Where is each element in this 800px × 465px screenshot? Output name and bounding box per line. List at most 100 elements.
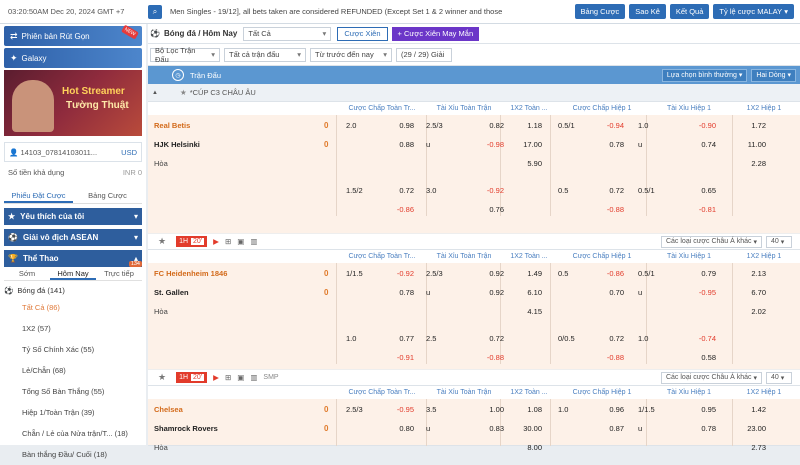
odds-cell[interactable]: 0.92 — [476, 269, 504, 278]
field-icon[interactable]: ⊞ — [225, 373, 231, 382]
odds-cell[interactable]: 0.83 — [476, 424, 504, 433]
home-team[interactable]: Chelsea — [154, 405, 183, 414]
odds-cell[interactable]: 23.00 — [738, 424, 766, 433]
star-icon[interactable]: ★ — [158, 372, 166, 383]
draw-label[interactable]: Hòa — [154, 307, 168, 316]
odds-cell[interactable]: 1.72 — [738, 121, 766, 130]
more-bets-select[interactable]: Các loại cược Châu Á khác ▾ — [660, 371, 762, 384]
odds-cell[interactable]: 1.00 — [476, 405, 504, 414]
odds-cell[interactable]: 0.96 — [596, 405, 624, 414]
odds-cell[interactable]: -0.95 — [690, 288, 716, 297]
market-ht-ft[interactable]: Hiệp 1/Toàn Trận (39) — [22, 402, 142, 423]
away-team[interactable]: HJK Helsinki — [154, 140, 200, 149]
home-team[interactable]: FC Heidenheim 1846 — [154, 269, 227, 278]
lucky-parlay-button[interactable]: + Cược Xiên May Mắn — [391, 26, 480, 41]
play-icon[interactable]: ▶ — [213, 237, 219, 246]
galaxy-banner[interactable]: ✦ Galaxy — [4, 48, 142, 68]
stats-icon[interactable]: ▥ — [250, 237, 257, 246]
statement-button[interactable]: Sao Kê — [629, 4, 666, 19]
odds-cell[interactable]: -0.88 — [596, 205, 624, 214]
odds-cell[interactable]: -0.92 — [386, 269, 414, 278]
league-count-select[interactable]: (29 / 29) Giải — [396, 47, 452, 62]
news-ticker[interactable]: Men Singles - 19/12], all bets taken are… — [170, 7, 571, 16]
lite-version-banner[interactable]: ⇄ Phiên bản Rút Gọn NEW — [4, 24, 142, 46]
odds-cell[interactable]: -0.91 — [386, 353, 414, 362]
star-icon[interactable]: ★ — [180, 88, 187, 97]
smp-label[interactable]: SMP — [263, 374, 278, 381]
odds-cell[interactable]: 0.72 — [596, 186, 624, 195]
odds-cell[interactable]: 0.65 — [690, 186, 716, 195]
scoreboard-icon[interactable]: ▣ — [237, 237, 244, 246]
sort-option-select[interactable]: Lựa chọn bình thường ▾ — [661, 68, 748, 82]
market-total-goals[interactable]: Tổng Số Bàn Thắng (55) — [22, 381, 142, 402]
odds-cell[interactable]: 0.72 — [476, 334, 504, 343]
odds-cell[interactable]: -0.90 — [690, 121, 716, 130]
tab-today[interactable]: Hôm Nay — [50, 267, 96, 280]
tab-bet-list[interactable]: Bảng Cược — [73, 188, 142, 203]
tab-bet-slip[interactable]: Phiếu Đặt Cược — [4, 188, 73, 203]
odds-cell[interactable]: 0.80 — [386, 424, 414, 433]
odds-cell[interactable]: 2.28 — [738, 159, 766, 168]
odds-cell[interactable]: 0.58 — [690, 353, 716, 362]
odds-cell[interactable]: 2.02 — [738, 307, 766, 316]
odds-cell[interactable]: 0.79 — [690, 269, 716, 278]
market-odd-even[interactable]: Lẻ/Chẵn (68) — [22, 360, 142, 381]
odds-cell[interactable]: -0.95 — [386, 405, 414, 414]
parlay-button[interactable]: Cược Xiên — [337, 26, 388, 41]
odds-cell[interactable]: 0.76 — [476, 205, 504, 214]
collapse-icon[interactable]: ▲ — [152, 90, 158, 96]
odds-cell[interactable]: 6.10 — [514, 288, 542, 297]
market-correct-score[interactable]: Tỷ Số Chính Xác (55) — [22, 339, 142, 360]
odds-cell[interactable]: 30.00 — [514, 424, 542, 433]
page-size-select[interactable]: 40 ▾ — [766, 235, 792, 248]
odds-cell[interactable]: -0.88 — [476, 353, 504, 362]
odds-cell[interactable]: -0.88 — [596, 353, 624, 362]
market-1x2[interactable]: 1X2 (57) — [22, 318, 142, 339]
account-info[interactable]: 👤 14103_07814103011... USD — [4, 142, 142, 162]
odds-cell[interactable]: 6.70 — [738, 288, 766, 297]
odds-cell[interactable]: -0.74 — [690, 334, 716, 343]
odds-cell[interactable]: 2.13 — [738, 269, 766, 278]
odds-cell[interactable]: 4.15 — [514, 307, 542, 316]
stats-icon[interactable]: ▥ — [250, 373, 257, 382]
odds-cell[interactable]: 1.18 — [514, 121, 542, 130]
match-filter-select[interactable]: Bộ Lọc Trận Đấu ▾ — [150, 46, 220, 64]
odds-cell[interactable]: 0.88 — [386, 140, 414, 149]
odds-cell[interactable]: 0.92 — [476, 288, 504, 297]
odds-cell[interactable]: 1.08 — [514, 405, 542, 414]
odds-cell[interactable]: -0.86 — [386, 205, 414, 214]
bet-list-button[interactable]: Bảng Cược — [574, 4, 626, 19]
draw-label[interactable]: Hòa — [154, 159, 168, 168]
search-icon[interactable]: ⌕ — [148, 4, 162, 19]
sport-soccer[interactable]: ⚽ Bóng đá (141) — [4, 283, 142, 297]
odds-cell[interactable]: -0.92 — [476, 186, 504, 195]
home-team[interactable]: Real Betis — [154, 121, 190, 130]
odds-cell[interactable]: 2.73 — [738, 443, 766, 452]
field-icon[interactable]: ⊞ — [225, 237, 231, 246]
favorites-section[interactable]: ★ Yêu thích của tôi ▾ — [4, 208, 142, 225]
scoreboard-icon[interactable]: ▣ — [237, 373, 244, 382]
odds-cell[interactable]: 0.82 — [476, 121, 504, 130]
market-all[interactable]: Tất Cả (86) — [22, 297, 142, 318]
odds-cell[interactable]: 0.98 — [386, 121, 414, 130]
sports-section[interactable]: 🏆 Thể Thao ▴ — [4, 250, 142, 267]
odds-cell[interactable]: 0.78 — [386, 288, 414, 297]
asean-section[interactable]: ⚽ Giải vô địch ASEAN ▾ — [4, 229, 142, 246]
hot-streamer-promo[interactable]: Hot Streamer Tường Thuật — [4, 70, 142, 136]
play-icon[interactable]: ▶ — [213, 373, 219, 382]
odds-cell[interactable]: 0.95 — [690, 405, 716, 414]
results-button[interactable]: Kết Quả — [669, 4, 710, 19]
tab-live[interactable]: Trực tiếp — [96, 267, 142, 280]
odds-cell[interactable]: 0.72 — [596, 334, 624, 343]
odds-cell[interactable]: 1.49 — [514, 269, 542, 278]
odds-cell[interactable]: 0.70 — [596, 288, 624, 297]
odds-cell[interactable]: 0.72 — [386, 186, 414, 195]
page-size-select[interactable]: 40 ▾ — [766, 371, 792, 384]
lines-option-select[interactable]: Hai Dòng ▾ — [751, 68, 796, 82]
odds-cell[interactable]: 8.00 — [514, 443, 542, 452]
market-half-odd-even[interactable]: Chẵn / Lẻ của Nửa trận/T... (18) — [22, 423, 142, 444]
time-range-select[interactable]: Từ trước đến nay ▾ — [310, 47, 392, 62]
tab-early[interactable]: Sớm — [4, 267, 50, 280]
odds-cell[interactable]: 5.90 — [514, 159, 542, 168]
odds-cell[interactable]: 1.42 — [738, 405, 766, 414]
